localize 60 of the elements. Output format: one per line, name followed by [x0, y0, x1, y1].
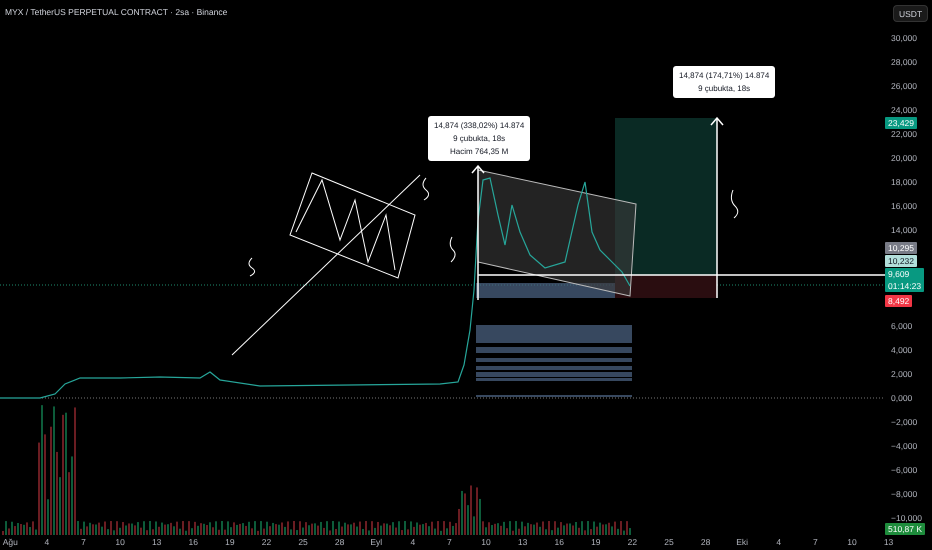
price-badge: 23,429: [885, 117, 917, 129]
date-label: 7: [447, 537, 452, 547]
date-label: 7: [812, 537, 818, 547]
date-label: Eyl: [370, 537, 382, 547]
date-label: 13: [518, 537, 528, 547]
date-label: 16: [554, 537, 564, 547]
date-label: 28: [334, 537, 344, 547]
price-tick: −10,000: [891, 513, 922, 523]
pen-stroke: [248, 258, 256, 276]
price-tick: 24,000: [891, 105, 917, 115]
date-label: 4: [44, 537, 50, 547]
pen-stroke: [422, 178, 430, 200]
price-tick: −6,000: [891, 465, 918, 475]
pen-stroke: [730, 190, 738, 218]
price-tick: −8,000: [891, 489, 918, 499]
date-label: 7: [81, 537, 86, 547]
date-label: 25: [664, 537, 674, 547]
date-label: 22: [628, 537, 638, 547]
price-badge: 8,492: [885, 295, 912, 307]
date-label: 13: [884, 537, 894, 547]
price-tick: 2,000: [891, 369, 912, 379]
measurement-text: 9 çubukta, 18s: [452, 133, 506, 145]
price-tick: 22,000: [891, 129, 917, 139]
currency-button[interactable]: USDT: [893, 5, 928, 22]
date-label: 22: [262, 537, 272, 547]
date-label: 16: [188, 537, 198, 547]
chart-title: MYX / TetherUS PERPETUAL CONTRACT · 2sa · Binance: [5, 7, 228, 17]
date-label: 19: [225, 537, 235, 547]
price-tick: 30,000: [891, 33, 917, 43]
price-tick: 28,000: [891, 57, 917, 67]
price-tick: 14,000: [891, 225, 917, 235]
price-tick: −2,000: [891, 417, 918, 427]
price-tick: 18,000: [891, 177, 917, 187]
price-badge: 9,609 01:14:23: [885, 268, 924, 292]
date-label: 10: [847, 537, 857, 547]
date-label: 10: [115, 537, 125, 547]
date-label: 4: [410, 537, 416, 547]
price-tick: −4,000: [891, 441, 918, 451]
date-label: 25: [298, 537, 308, 547]
price-tick: 20,000: [891, 153, 917, 163]
price-tick: 0,000: [891, 393, 912, 403]
date-label: 4: [776, 537, 782, 547]
pen-stroke: [450, 236, 456, 262]
date-label: 10: [481, 537, 491, 547]
price-badge: 10,295: [885, 242, 917, 254]
price-tick: 16,000: [891, 201, 917, 211]
measurement-text: 14,874 (174,71%) 14.874: [679, 70, 770, 82]
date-label: 28: [700, 537, 710, 547]
price-tick: 6,000: [891, 321, 912, 331]
measurement-text: 9 çubukta, 18s: [697, 83, 752, 95]
date-label: 13: [152, 537, 162, 547]
price-badge: 10,232: [885, 255, 917, 267]
price-tick: 26,000: [891, 81, 917, 91]
date-label: Ağu: [2, 537, 18, 547]
measurement-text: Hacim 764,35 M: [449, 146, 510, 158]
date-label: Eki: [736, 537, 748, 547]
price-tick: 4,000: [891, 345, 912, 355]
price-badge: 510,87 K: [885, 523, 926, 535]
measurement-text: 14,874 (338,02%) 14.874: [434, 120, 524, 132]
date-label: 19: [591, 537, 601, 547]
